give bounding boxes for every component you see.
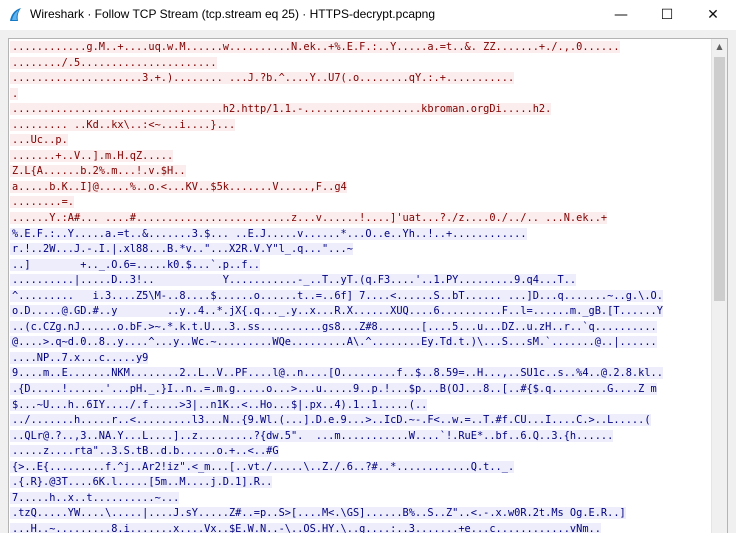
scrollbar-thumb[interactable] (714, 57, 725, 301)
server-stream-line: ...H..~.........8.i.......x....Vx..$E.W.… (10, 522, 713, 533)
stream-line-text: a.....b.K..I]@.....%..o.<...KV..$5k.....… (10, 180, 347, 193)
server-stream-line: ....NP..7.x...c.....y9 (10, 351, 713, 367)
stream-line-text: .tzQ.....YW....\.....|....J.sY.....Z#..=… (10, 507, 626, 520)
client-stream-line: ......... ..Kd..kx\..:<~...i....}... (10, 118, 713, 134)
stream-line-text: ........=. (10, 196, 74, 209)
vertical-scrollbar[interactable]: ▲ (711, 39, 727, 533)
client-stream-line: ......../.5...................... (10, 56, 713, 72)
server-stream-line: r.!..2W...J.-.I.|.xl88...B.*v.."...X2R.V… (10, 242, 713, 258)
stream-line-text: ..] +.._.O.6=.....k0.$...`.p..f.. (10, 258, 260, 271)
server-stream-line: .tzQ.....YW....\.....|....J.sY.....Z#..=… (10, 506, 713, 522)
stream-line-text: ...H..~.........8.i.......x....Vx..$E.W.… (10, 522, 601, 533)
server-stream-line: ^......... i.3....Z5\M-..8....$......o..… (10, 289, 713, 305)
stream-line-text: .......+..V..].m.H.qZ..... (10, 149, 174, 162)
client-stream-line: a.....b.K..I]@.....%..o.<...KV..$5k.....… (10, 180, 713, 196)
server-stream-line: {>..E{.........f.^j..Ar2!iz".<_m...[..vt… (10, 460, 713, 476)
server-stream-line: ..QLr@.?..,3..NA.Y...L....]..z.........?… (10, 429, 713, 445)
stream-line-text: . (10, 87, 19, 100)
stream-line-text: ^......... i.3....Z5\M-..8....$......o..… (10, 289, 663, 302)
chevron-up-icon[interactable]: ▲ (712, 39, 727, 55)
stream-line-text: ../.......h.....r..<.........l3...N..{9.… (10, 414, 651, 427)
stream-line-text: {>..E{.........f.^j..Ar2!iz".<_m...[..vt… (10, 460, 515, 473)
client-stream-line: ........=. (10, 195, 713, 211)
client-stream-line: Z.L{A......b.2%.m...!.v.$H.. (10, 164, 713, 180)
server-stream-line: ../.......h.....r..<.........l3...N..{9.… (10, 413, 713, 429)
stream-line-text: .{D.....!......'...pH._.}I..n..=.m.g....… (10, 383, 657, 396)
client-stream-line: ............g.M..+....uq.w.M......w.....… (10, 40, 713, 56)
server-stream-line: 7.....h..x..t..........~... (10, 491, 713, 507)
stream-line-text: $...~U...h..6IY..../.f.....>3|..n1K..<..… (10, 398, 428, 411)
client-stream-line: ...Uc..p. (10, 133, 713, 149)
stream-line-text: ......../.5...................... (10, 56, 217, 69)
stream-line-text: ..........|.....D..3!.. Y...........-_..… (10, 274, 577, 287)
stream-line-text: 7.....h..x..t..........~... (10, 491, 180, 504)
server-stream-line: o.D.....@.GD.#..y ..y..4..*.jX{.q..._.y.… (10, 304, 713, 320)
client-stream-line: . (10, 87, 713, 103)
stream-line-text: ....NP..7.x...c.....y9 (10, 351, 149, 364)
server-stream-line: %.E.F.:..Y.....a.=t..&.......3.$... ..E.… (10, 227, 713, 243)
server-stream-line: ..(c.CZg.nJ......o.bF.>~.*.k.t.U...3..ss… (10, 320, 713, 336)
stream-line-text: ............g.M..+....uq.w.M......w.....… (10, 41, 620, 53)
client-stream-line: ......Y.:A#... ....#....................… (10, 211, 713, 227)
stream-line-text: @....>.q~d.0..8..y....^...y..Wc.~.......… (10, 336, 657, 349)
server-stream-line: $...~U...h..6IY..../.f.....>3|..n1K..<..… (10, 398, 713, 414)
stream-line-text: %.E.F.:..Y.....a.=t..&.......3.$... ..E.… (10, 227, 527, 240)
stream-line-text: o.D.....@.GD.#..y ..y..4..*.jX{.q..._.y.… (10, 305, 663, 318)
server-stream-line: @....>.q~d.0..8..y....^...y..Wc.~.......… (10, 335, 713, 351)
stream-line-text: ..(c.CZg.nJ......o.bF.>~.*.k.t.U...3..ss… (10, 320, 657, 333)
client-stream-line: .....................3.+.)........ ...J.… (10, 71, 713, 87)
stream-line-text: ......Y.:A#... ....#....................… (10, 212, 608, 225)
title-bar: Wireshark · Follow TCP Stream (tcp.strea… (0, 0, 736, 30)
server-stream-line: 9....m..E.......NKM........2..L..V..PF..… (10, 366, 713, 382)
stream-line-text: .....z....rta"..3.S.tB..d.b......o.+..<.… (10, 445, 279, 458)
stream-line-text: ..................................h2.htt… (10, 103, 552, 116)
wireshark-fin-icon (10, 8, 21, 21)
stream-line-text: Z.L{A......b.2%.m...!.v.$H.. (10, 165, 186, 178)
stream-line-text: ..QLr@.?..,3..NA.Y...L....]..z.........?… (10, 429, 614, 442)
client-stream-line: ..................................h2.htt… (10, 102, 713, 118)
server-stream-line: .....z....rta"..3.S.tB..d.b......o.+..<.… (10, 444, 713, 460)
stream-line-text: .....................3.+.)........ ...J.… (10, 72, 515, 85)
stream-line-text: 9....m..E.......NKM........2..L..V..PF..… (10, 367, 663, 380)
close-button[interactable]: ✕ (690, 0, 736, 30)
window-title: Wireshark · Follow TCP Stream (tcp.strea… (30, 7, 436, 21)
minimize-button[interactable]: — (598, 0, 644, 30)
client-stream-line: .......+..V..].m.H.qZ..... (10, 149, 713, 165)
server-stream-line: ..] +.._.O.6=.....k0.$...`.p..f.. (10, 258, 713, 274)
server-stream-line: ..........|.....D..3!.. Y...........-_..… (10, 273, 713, 289)
server-stream-line: .{D.....!......'...pH._.}I..n..=.m.g....… (10, 382, 713, 398)
maximize-button[interactable]: ☐ (644, 0, 690, 30)
stream-line-text: ...Uc..p. (10, 134, 68, 147)
stream-content-panel[interactable]: ............g.M..+....uq.w.M......w.....… (8, 38, 728, 533)
stream-line-text: .{.R}.@3T....6K.l.....[5m..M....j.D.1].R… (10, 476, 273, 489)
stream-line-text: r.!..2W...J.-.I.|.xl88...B.*v.."...X2R.V… (10, 243, 353, 256)
server-stream-line: .{.R}.@3T....6K.l.....[5m..M....j.D.1].R… (10, 475, 713, 491)
stream-line-text: ......... ..Kd..kx\..:<~...i....}... (10, 118, 236, 131)
tcp-stream-text[interactable]: ............g.M..+....uq.w.M......w.....… (10, 40, 713, 533)
